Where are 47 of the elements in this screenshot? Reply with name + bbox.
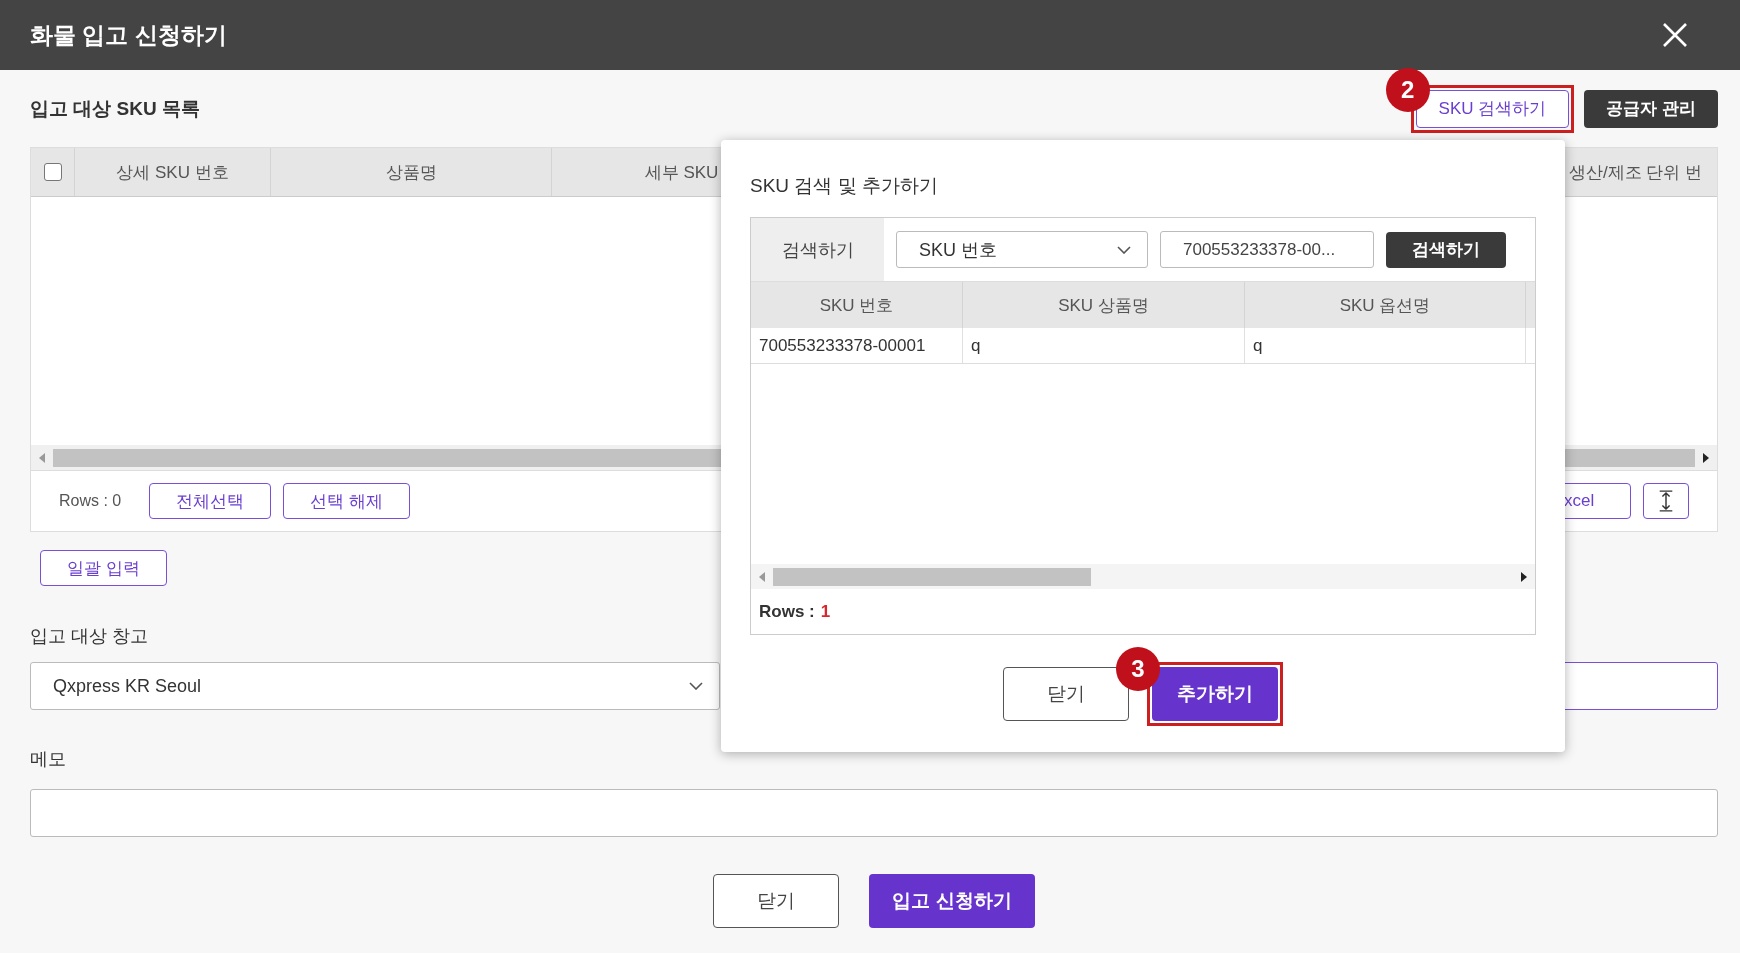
- select-all-checkbox[interactable]: [43, 163, 62, 181]
- dialog-title: SKU 검색 및 추가하기: [750, 174, 939, 197]
- table-cell: q: [1253, 335, 1263, 356]
- table-cell: q: [971, 335, 981, 356]
- resize-vertical-icon: [1657, 489, 1675, 513]
- column-header: 상품명: [385, 161, 437, 184]
- close-button[interactable]: 닫기: [713, 874, 839, 928]
- column-header: 세부 SKU: [644, 161, 719, 184]
- search-field[interactable]: 700553233378-00...: [1160, 231, 1374, 268]
- warehouse-select[interactable]: Qxpress KR Seoul: [30, 662, 720, 710]
- field-label: 메모: [30, 748, 67, 771]
- submit-button[interactable]: 입고 신청하기: [869, 874, 1035, 928]
- table-action-button[interactable]: 전체선택: [149, 483, 272, 519]
- add-button[interactable]: 추가하기: [1152, 667, 1278, 721]
- table-cell: 700553233378-00001: [759, 335, 926, 356]
- window-title: 화물 입고 신청하기: [30, 20, 227, 50]
- search-button[interactable]: 검색하기: [1386, 231, 1506, 268]
- horizontal-scrollbar[interactable]: [751, 564, 1535, 589]
- scroll-right-icon[interactable]: [1703, 452, 1709, 463]
- sku-search-button[interactable]: SKU 검색하기: [1415, 89, 1570, 128]
- column-header: SKU 옵션명: [1339, 294, 1431, 317]
- supplier-button[interactable]: 공급자 관리: [1584, 89, 1718, 128]
- field-label: 입고 대상 창고: [30, 625, 149, 648]
- column-header: 상세 SKU 번호: [116, 161, 229, 184]
- close-button[interactable]: 닫기: [1003, 667, 1129, 721]
- table-action-button[interactable]: 선택 해제: [283, 483, 410, 519]
- chevron-down-icon: [689, 682, 703, 690]
- column-header: 생산/제조 단위 번: [1569, 161, 1703, 184]
- search-label: 검색하기: [751, 218, 884, 281]
- column-header: SKU 번호: [819, 294, 894, 317]
- search-type-select[interactable]: SKU 번호: [896, 231, 1148, 268]
- step-badge: 3: [1116, 647, 1160, 691]
- scroll-left-icon[interactable]: [39, 452, 45, 463]
- rows-label: Rows :: [759, 601, 815, 622]
- close-icon[interactable]: [1662, 22, 1688, 48]
- row-height-button[interactable]: [1643, 483, 1689, 519]
- bulk-input-button[interactable]: 일괄 입력: [40, 550, 167, 586]
- row-count: Rows : 0: [59, 492, 122, 510]
- scroll-right-icon[interactable]: [1521, 571, 1527, 582]
- row-count: 1: [820, 601, 831, 622]
- column-header: SKU 상품명: [1058, 294, 1149, 317]
- excel-button[interactable]: xcel: [1563, 483, 1631, 519]
- memo-field[interactable]: [30, 789, 1718, 837]
- chevron-down-icon: [1117, 245, 1131, 254]
- scroll-left-icon[interactable]: [759, 571, 765, 582]
- step-badge: 2: [1385, 67, 1430, 112]
- section-title: 입고 대상 SKU 목록: [30, 96, 200, 121]
